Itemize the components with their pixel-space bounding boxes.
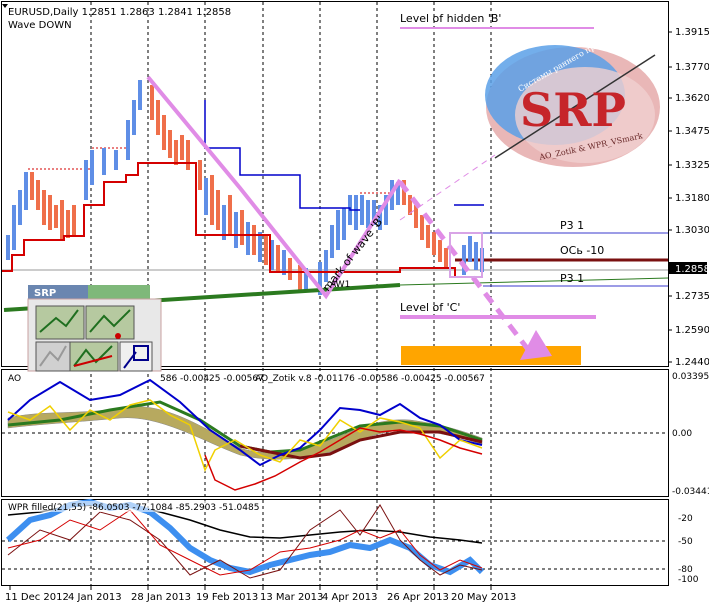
price-axis: 1.3915 1.3770 1.3620 1.3475 1.3325 1.318…: [668, 27, 709, 368]
current-price-label: 1.2858: [675, 264, 709, 275]
symbol-header: EURUSD,Daily 1.2851 1.2863 1.2841 1.2858: [8, 7, 231, 18]
price-tick: 1.3475: [675, 126, 709, 137]
date-label: 26 Apr 2013: [387, 592, 449, 603]
price-tick: 1.3030: [675, 225, 709, 236]
price-tick: 1.3180: [675, 193, 709, 204]
date-label: 11 Dec 2012: [5, 592, 69, 603]
srp-panel-title: SRP: [34, 288, 56, 299]
p3-bottom-label: P3 1: [560, 272, 584, 285]
p3-top-label: P3 1: [560, 219, 584, 232]
ao-tick: 0.03395: [672, 372, 709, 382]
date-label: 28 Jan 2013: [131, 592, 191, 603]
level-hidden-b-label: Level of hidden 'B': [400, 12, 501, 25]
level-c-label: Level of 'C': [400, 301, 460, 314]
ao-tick: 0.00: [672, 429, 692, 439]
price-tick: 1.3770: [675, 62, 709, 73]
ao-tick: -0.03441: [672, 487, 709, 497]
osi-label: ОСь -10: [560, 244, 604, 257]
date-label: 13 Mar 2013: [260, 592, 323, 603]
ao-zotik-label: AO_Zotik v.8 -0.01176 -0.00586 -0.00425 …: [255, 374, 485, 384]
wpr-tick: -20: [678, 514, 693, 524]
price-tick: 1.3325: [675, 160, 709, 171]
srp-logo-text: SRP: [520, 83, 626, 137]
price-tick: 1.2590: [675, 325, 709, 336]
chart-window: 1.3915 1.3770 1.3620 1.3475 1.3325 1.318…: [1, 1, 709, 603]
date-axis: 11 Dec 2012 4 Jan 2013 28 Jan 2013 19 Fe…: [5, 586, 516, 603]
date-label: 19 Feb 2013: [196, 592, 258, 603]
price-tick: 1.2735: [675, 291, 709, 302]
wpr-tick: -80: [678, 565, 693, 575]
ao-values-fragment: 586 -0.00425 -0.00567: [160, 374, 264, 384]
wpr-label: WPR filled(21,55) -86.0503 -77.1084 -85.…: [8, 503, 259, 513]
srp-tool-panel[interactable]: SRP: [27, 285, 162, 372]
date-label: 20 May 2013: [451, 592, 516, 603]
price-tick: 1.2440: [675, 357, 709, 368]
wpr-tick: -50: [678, 537, 693, 547]
aw1-label: AW1: [330, 280, 350, 290]
date-label: 4 Apr 2013: [322, 592, 377, 603]
target-zone-box: [401, 346, 581, 365]
wave-direction-label: Wave DOWN: [8, 20, 72, 31]
wpr-tick: -100: [678, 575, 699, 585]
ao-label: AO: [8, 374, 21, 384]
date-label: 4 Jan 2013: [68, 592, 122, 603]
price-tick: 1.3915: [675, 27, 709, 38]
price-tick: 1.3620: [675, 93, 709, 104]
